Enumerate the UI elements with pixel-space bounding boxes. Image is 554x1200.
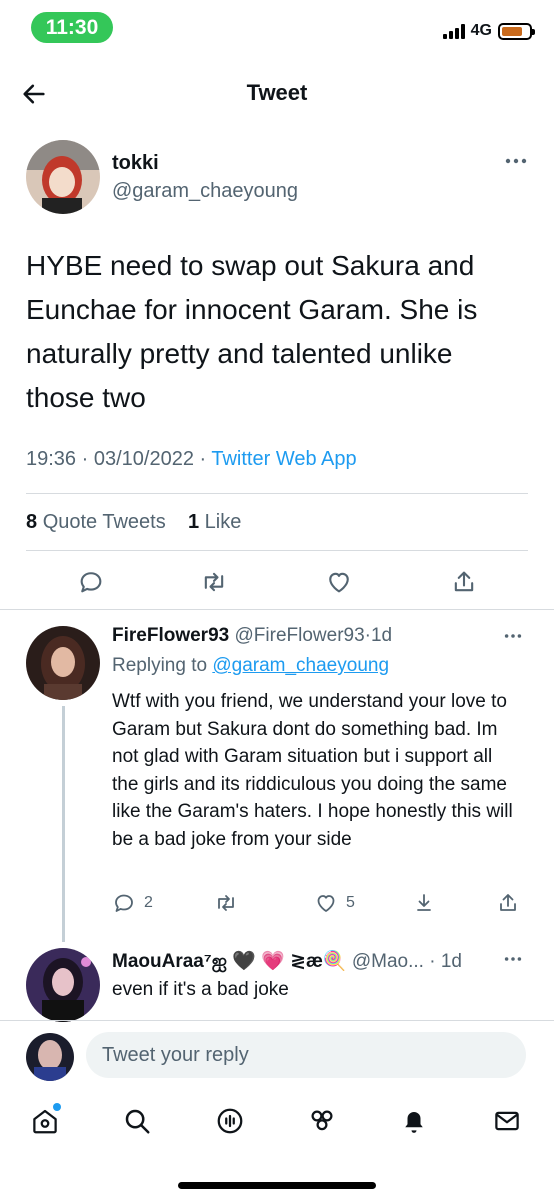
replying-to-link[interactable]: @garam_chaeyoung [212, 655, 389, 676]
signal-icon [442, 23, 465, 39]
home-indicator [178, 1182, 376, 1189]
like-icon[interactable] [325, 568, 353, 596]
download-button[interactable] [412, 891, 436, 915]
reply-age: 1d [370, 625, 393, 646]
reply-icon [115, 894, 133, 912]
notifications-icon[interactable] [399, 1106, 429, 1136]
reply-author-handle[interactable]: @FireFlower93 [235, 625, 365, 646]
author-handle[interactable]: @garam_chaeyoung [112, 180, 298, 203]
share-icon [500, 894, 516, 911]
like-button[interactable]: 5 [314, 891, 355, 915]
retweet-button[interactable] [214, 891, 238, 915]
messages-icon[interactable] [492, 1106, 522, 1136]
status-bar: 11:30 4G [0, 0, 554, 60]
thread-line [62, 706, 65, 942]
page-title: Tweet [246, 80, 308, 105]
status-time[interactable]: 11:30 [31, 12, 113, 43]
communities-icon[interactable] [307, 1106, 337, 1136]
likes-link[interactable]: 1 Like [188, 511, 241, 533]
retweet-icon[interactable] [200, 568, 228, 596]
battery-icon [498, 22, 535, 40]
tweet-stats: 8 Quote Tweets 1 Like [26, 511, 241, 534]
avatar[interactable] [26, 1033, 74, 1081]
reply-composer [0, 1020, 554, 1088]
tweet-header: Tweet [0, 64, 554, 124]
reply-count: 2 [144, 894, 153, 911]
quote-tweets-link[interactable]: 8 Quote Tweets [26, 511, 166, 533]
divider [26, 493, 528, 494]
more-options-icon[interactable] [504, 156, 528, 166]
reply-text: Wtf with you friend, we understand your … [112, 691, 513, 850]
network-label: 4G [470, 22, 492, 39]
replying-to: Replying to @garam_chaeyoung [112, 655, 390, 676]
divider [26, 550, 528, 551]
status-indicators: 4G [442, 22, 535, 40]
divider [0, 609, 554, 610]
share-button[interactable] [496, 891, 520, 915]
avatar[interactable] [26, 626, 100, 700]
reply-author-name[interactable]: MaouAraa⁷ஐ 🖤 💗 ≷æ🍭 [112, 951, 347, 972]
reply-author-handle[interactable]: @Mao... [352, 951, 424, 972]
reply-icon[interactable] [77, 568, 105, 596]
tweet-text: HYBE need to swap out Sakura and Eunchae… [26, 250, 478, 413]
avatar[interactable] [26, 140, 100, 214]
tweet-source-link[interactable]: Twitter Web App [211, 448, 356, 470]
bottom-tab-bar [0, 1096, 554, 1152]
tweet-timestamp: 19:36 · 03/10/2022 · Twitter Web App [26, 448, 357, 470]
download-icon [417, 894, 431, 911]
more-options-icon[interactable] [502, 955, 524, 963]
search-icon[interactable] [122, 1106, 152, 1136]
reply-age: 1d [440, 951, 462, 972]
reply-text: even if it's a bad joke [112, 979, 289, 1000]
reply-actions: 2 5 [112, 891, 522, 917]
author-name[interactable]: tokki [112, 152, 159, 175]
avatar[interactable] [26, 948, 100, 1022]
reply-input[interactable] [86, 1032, 526, 1078]
tweet-date: 03/10/2022 [93, 448, 194, 470]
retweet-icon [218, 895, 234, 911]
like-icon [317, 895, 335, 912]
tweet-time: 19:36 [26, 448, 77, 470]
more-options-icon[interactable] [502, 632, 524, 640]
reply-header: FireFlower93 @FireFlower93·1d [112, 625, 393, 646]
reply-author-name[interactable]: FireFlower93 [112, 625, 229, 646]
reply-button[interactable]: 2 [112, 891, 153, 915]
share-icon[interactable] [450, 568, 478, 596]
spaces-icon[interactable] [215, 1106, 245, 1136]
reply-header: MaouAraa⁷ஐ 🖤 💗 ≷æ🍭 @Mao... · 1d [112, 951, 462, 972]
tweet-actions [0, 564, 554, 600]
unread-indicator [53, 1103, 61, 1111]
like-count: 5 [346, 894, 355, 911]
